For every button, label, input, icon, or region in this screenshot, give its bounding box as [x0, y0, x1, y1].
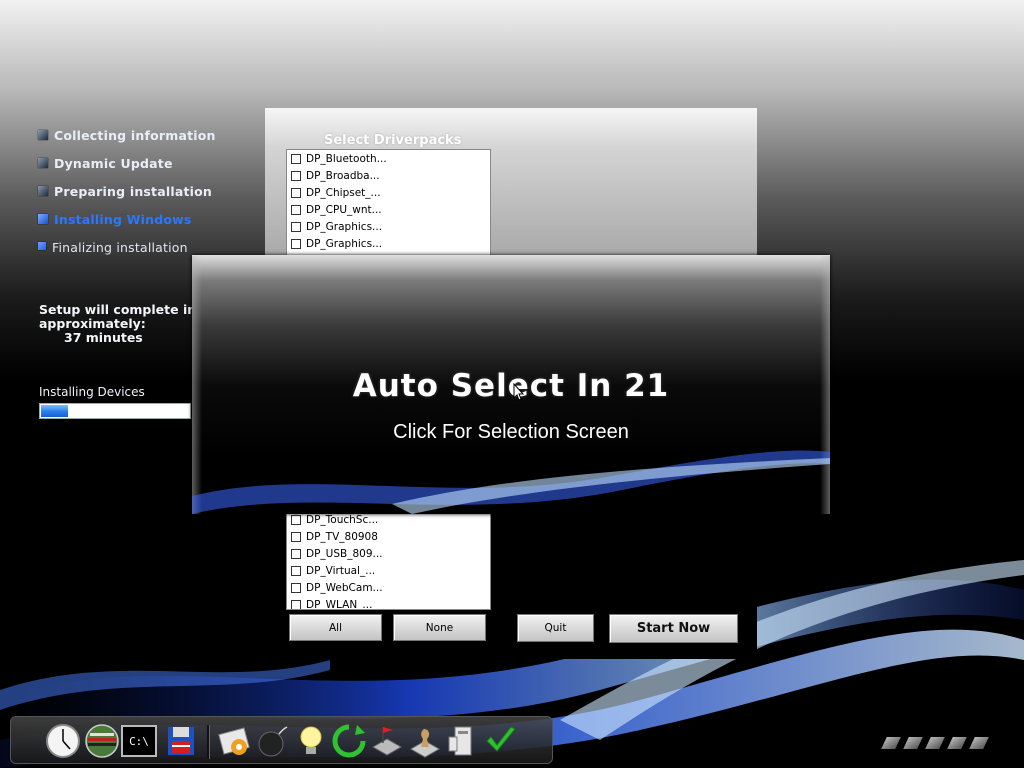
driverpack-list-item[interactable]: DP_Virtual_...	[287, 562, 490, 579]
driverpack-label: DP_CPU_wnt...	[306, 203, 382, 216]
network-icon[interactable]	[84, 723, 120, 759]
driverpack-label: DP_Chipset_...	[306, 186, 381, 199]
driverpack-checkbox[interactable]	[291, 548, 301, 559]
dock-separator	[207, 725, 210, 759]
step-preparing-installation: Preparing installation	[38, 184, 216, 212]
step-collecting-information: Collecting information	[38, 128, 216, 156]
step-label: Preparing installation	[54, 184, 213, 199]
driverpack-checkbox[interactable]	[291, 204, 301, 215]
step-finalizing-installation: Finalizing installation	[38, 240, 216, 268]
driverpack-label: DP_Broadba...	[306, 169, 380, 182]
driverpack-checkbox[interactable]	[291, 238, 301, 249]
lightbulb-icon[interactable]	[293, 723, 329, 759]
driverpack-checkbox[interactable]	[291, 599, 301, 609]
network-flag-icon[interactable]	[369, 723, 405, 759]
driverpack-checkbox[interactable]	[291, 170, 301, 181]
driverpack-label: DP_WLAN_...	[306, 598, 373, 610]
step-bullet-icon	[38, 130, 48, 140]
driverpack-list-bottom[interactable]: DP_TouchSc... DP_TV_80908 DP_USB_809... DP_…	[286, 510, 491, 610]
chess-icon[interactable]	[407, 723, 443, 759]
driverpack-list-item[interactable]: DP_Graphics...	[287, 235, 490, 252]
driverpack-label: DP_WebCam...	[306, 581, 383, 594]
click-for-selection-screen[interactable]: Click For Selection Screen	[192, 421, 830, 444]
driverpack-label: DP_Virtual_...	[306, 564, 376, 577]
installing-devices-progress-bar	[39, 403, 191, 419]
driverpack-label: DP_Graphics...	[306, 220, 383, 233]
dialog-lower-panel: DP_TouchSc... DP_TV_80908 DP_USB_809... DP_…	[265, 510, 757, 659]
driverpack-checkbox[interactable]	[291, 582, 301, 593]
mouse-cursor-icon	[513, 383, 525, 401]
checkmark-icon[interactable]	[483, 723, 519, 759]
step-label: Collecting information	[54, 128, 216, 143]
driverpack-list-item[interactable]: DP_Broadba...	[287, 167, 490, 184]
control-panel-icon[interactable]	[217, 723, 253, 759]
step-bullet-icon	[38, 186, 48, 196]
command-prompt-icon[interactable]: C:\	[121, 725, 157, 757]
time-remaining-minutes: 37 minutes	[64, 330, 143, 345]
step-label: Dynamic Update	[54, 156, 173, 171]
driverpack-checkbox[interactable]	[291, 187, 301, 198]
dock-taskbar: C:\	[10, 716, 553, 764]
driverpack-checkbox[interactable]	[291, 565, 301, 576]
driverpack-label: DP_Bluetooth...	[306, 152, 387, 165]
quit-button[interactable]: Quit	[517, 614, 594, 642]
step-bullet-icon	[38, 242, 46, 250]
computer-icon[interactable]	[445, 723, 481, 759]
driverpack-list-item[interactable]: DP_USB_809...	[287, 545, 490, 562]
driverpack-list-item[interactable]: DP_CPU_wnt...	[287, 201, 490, 218]
driverpack-label: DP_Graphics...	[306, 237, 383, 250]
driverpack-checkbox[interactable]	[291, 531, 301, 542]
setup-steps: Collecting information Dynamic Update Pr…	[38, 128, 216, 268]
select-none-button[interactable]: None	[393, 614, 486, 641]
driverpack-checkbox[interactable]	[291, 514, 301, 525]
time-remaining-line2: approximately:	[39, 316, 146, 331]
driverpack-list-item[interactable]: DP_Graphics...	[287, 218, 490, 235]
driverpack-list-top[interactable]: DP_Bluetooth... DP_Broadba... DP_Chipset_.…	[286, 149, 491, 259]
driverpack-label: DP_USB_809...	[306, 547, 383, 560]
step-label: Finalizing installation	[52, 240, 188, 255]
step-installing-windows: Installing Windows	[38, 212, 216, 240]
clock-icon[interactable]	[45, 723, 81, 759]
floppy-disk-icon[interactable]	[163, 723, 199, 759]
start-now-button[interactable]: Start Now	[609, 614, 738, 643]
step-label: Installing Windows	[54, 212, 192, 227]
auto-select-countdown: Auto Select In 21	[352, 368, 670, 404]
command-prompt-text: C:\	[129, 734, 149, 748]
step-bullet-icon	[38, 214, 48, 224]
time-remaining-line1: Setup will complete in	[39, 302, 197, 317]
time-remaining: Setup will complete in approximately: 37…	[39, 303, 196, 345]
driverpack-list-item[interactable]: DP_Bluetooth...	[287, 150, 490, 167]
refresh-icon[interactable]	[331, 723, 367, 759]
driverpack-checkbox[interactable]	[291, 221, 301, 232]
installing-devices-label: Installing Devices	[39, 385, 145, 399]
step-dynamic-update: Dynamic Update	[38, 156, 216, 184]
driverpack-label: DP_TouchSc...	[306, 513, 379, 526]
auto-select-overlay[interactable]: Auto Select In 21 Click For Selection Sc…	[192, 255, 830, 514]
driverpack-label: DP_TV_80908	[306, 530, 378, 543]
driverpack-checkbox[interactable]	[291, 153, 301, 164]
progress-fill	[41, 405, 68, 417]
driverpack-list-item[interactable]: DP_TV_80908	[287, 528, 490, 545]
bomb-icon[interactable]	[255, 723, 291, 759]
step-bullet-icon	[38, 158, 48, 168]
driverpack-list-item[interactable]: DP_WebCam...	[287, 579, 490, 596]
driverpack-list-item[interactable]: DP_Chipset_...	[287, 184, 490, 201]
driverpack-list-item[interactable]: DP_WLAN_...	[287, 596, 490, 610]
select-all-button[interactable]: All	[289, 614, 382, 641]
dialog-title: Select Driverpacks	[324, 133, 462, 148]
